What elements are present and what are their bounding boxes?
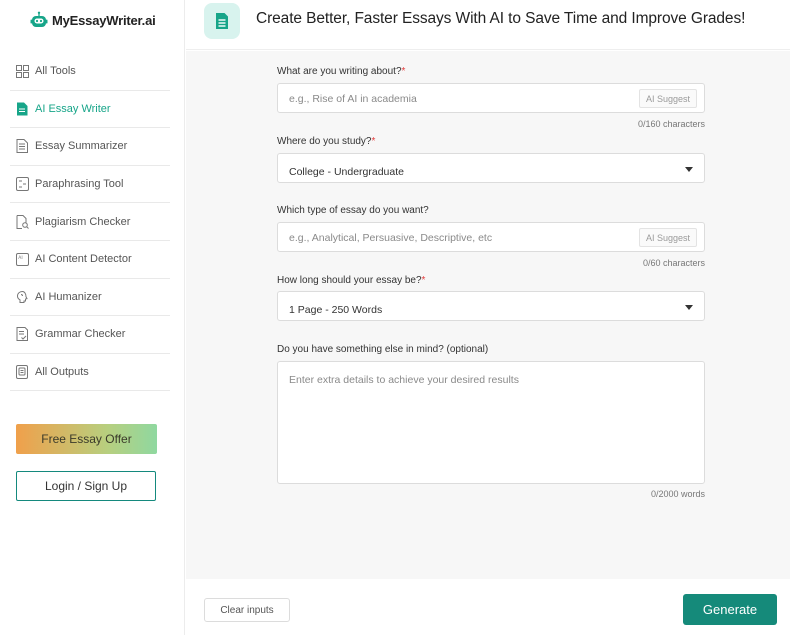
topic-ai-suggest-button[interactable]: AI Suggest xyxy=(638,89,697,108)
study-level-value: College - Undergraduate xyxy=(289,166,404,178)
free-essay-offer-button[interactable]: Free Essay Offer xyxy=(16,424,157,454)
list-document-icon xyxy=(15,139,29,154)
sidebar: MyEssayWriter.ai All Tools AI Essay Writ… xyxy=(0,0,185,635)
chevron-down-icon xyxy=(685,305,693,310)
document-icon xyxy=(15,102,29,116)
sidebar-item-all-outputs[interactable]: All Outputs xyxy=(10,354,170,392)
sidebar-item-ai-content-detector[interactable]: AI AI Content Detector xyxy=(10,241,170,279)
svg-text:AI: AI xyxy=(18,255,22,261)
brand-name: MyEssayWriter.ai xyxy=(52,12,156,28)
page-header: Create Better, Faster Essays With AI to … xyxy=(186,0,790,50)
extra-details-placeholder: Enter extra details to achieve your desi… xyxy=(289,374,519,386)
generate-button[interactable]: Generate xyxy=(683,594,777,625)
grid-icon xyxy=(15,64,29,78)
sidebar-item-label: All Tools xyxy=(35,65,76,78)
sidebar-item-paraphrasing-tool[interactable]: Paraphrasing Tool xyxy=(10,166,170,204)
ai-detector-icon: AI xyxy=(15,252,29,266)
sidebar-item-grammar-checker[interactable]: Grammar Checker xyxy=(10,316,170,354)
brand-logo[interactable]: MyEssayWriter.ai xyxy=(30,9,156,31)
sidebar-item-ai-humanizer[interactable]: AI Humanizer xyxy=(10,279,170,317)
extra-details-textarea[interactable]: Enter extra details to achieve your desi… xyxy=(277,361,705,484)
login-signup-button[interactable]: Login / Sign Up xyxy=(16,471,156,501)
file-search-icon xyxy=(15,214,29,229)
topic-label: What are you writing about?* xyxy=(277,66,406,77)
paraphrase-icon xyxy=(15,177,29,192)
sidebar-item-label: AI Content Detector xyxy=(35,253,132,266)
topic-input[interactable]: e.g., Rise of AI in academia AI Suggest xyxy=(277,83,705,113)
sidebar-item-label: Essay Summarizer xyxy=(35,140,128,153)
essay-form: What are you writing about?* e.g., Rise … xyxy=(186,51,790,579)
chevron-down-icon xyxy=(685,167,693,172)
essay-type-placeholder: e.g., Analytical, Persuasive, Descriptiv… xyxy=(289,232,493,244)
sidebar-item-label: AI Essay Writer xyxy=(35,102,111,115)
essay-length-select[interactable]: 1 Page - 250 Words xyxy=(277,291,705,321)
robot-logo-icon xyxy=(30,11,48,27)
essay-writer-icon xyxy=(204,3,240,39)
extra-details-label: Do you have something else in mind? (opt… xyxy=(277,344,489,355)
clear-inputs-button[interactable]: Clear inputs xyxy=(204,598,290,622)
sidebar-item-label: Plagiarism Checker xyxy=(35,215,131,228)
topic-char-counter: 0/160 characters xyxy=(637,119,705,129)
outputs-icon xyxy=(15,365,29,380)
essay-type-char-counter: 0/60 characters xyxy=(642,258,705,268)
essay-type-label: Which type of essay do you want? xyxy=(277,205,429,216)
sidebar-item-ai-essay-writer[interactable]: AI Essay Writer xyxy=(10,91,170,129)
sidebar-item-plagiarism-checker[interactable]: Plagiarism Checker xyxy=(10,203,170,241)
topic-placeholder: e.g., Rise of AI in academia xyxy=(289,93,417,105)
brain-icon xyxy=(15,290,29,304)
grammar-icon xyxy=(15,327,29,342)
length-label: How long should your essay be?* xyxy=(277,275,426,286)
sidebar-item-label: Grammar Checker xyxy=(35,328,126,341)
extra-details-word-counter: 0/2000 words xyxy=(650,489,705,499)
sidebar-item-label: Paraphrasing Tool xyxy=(35,178,124,191)
essay-type-input[interactable]: e.g., Analytical, Persuasive, Descriptiv… xyxy=(277,222,705,252)
sidebar-item-essay-summarizer[interactable]: Essay Summarizer xyxy=(10,128,170,166)
form-footer: Clear inputs Generate xyxy=(186,579,790,635)
essay-type-ai-suggest-button[interactable]: AI Suggest xyxy=(638,228,697,247)
page-title: Create Better, Faster Essays With AI to … xyxy=(256,10,746,27)
study-label: Where do you study?* xyxy=(277,136,376,147)
sidebar-item-label: All Outputs xyxy=(35,366,89,379)
study-level-select[interactable]: College - Undergraduate xyxy=(277,153,705,183)
sidebar-item-label: AI Humanizer xyxy=(35,290,102,303)
sidebar-nav: All Tools AI Essay Writer Essay Summariz… xyxy=(0,53,185,392)
essay-length-value: 1 Page - 250 Words xyxy=(289,304,383,316)
sidebar-item-all-tools[interactable]: All Tools xyxy=(10,53,170,91)
